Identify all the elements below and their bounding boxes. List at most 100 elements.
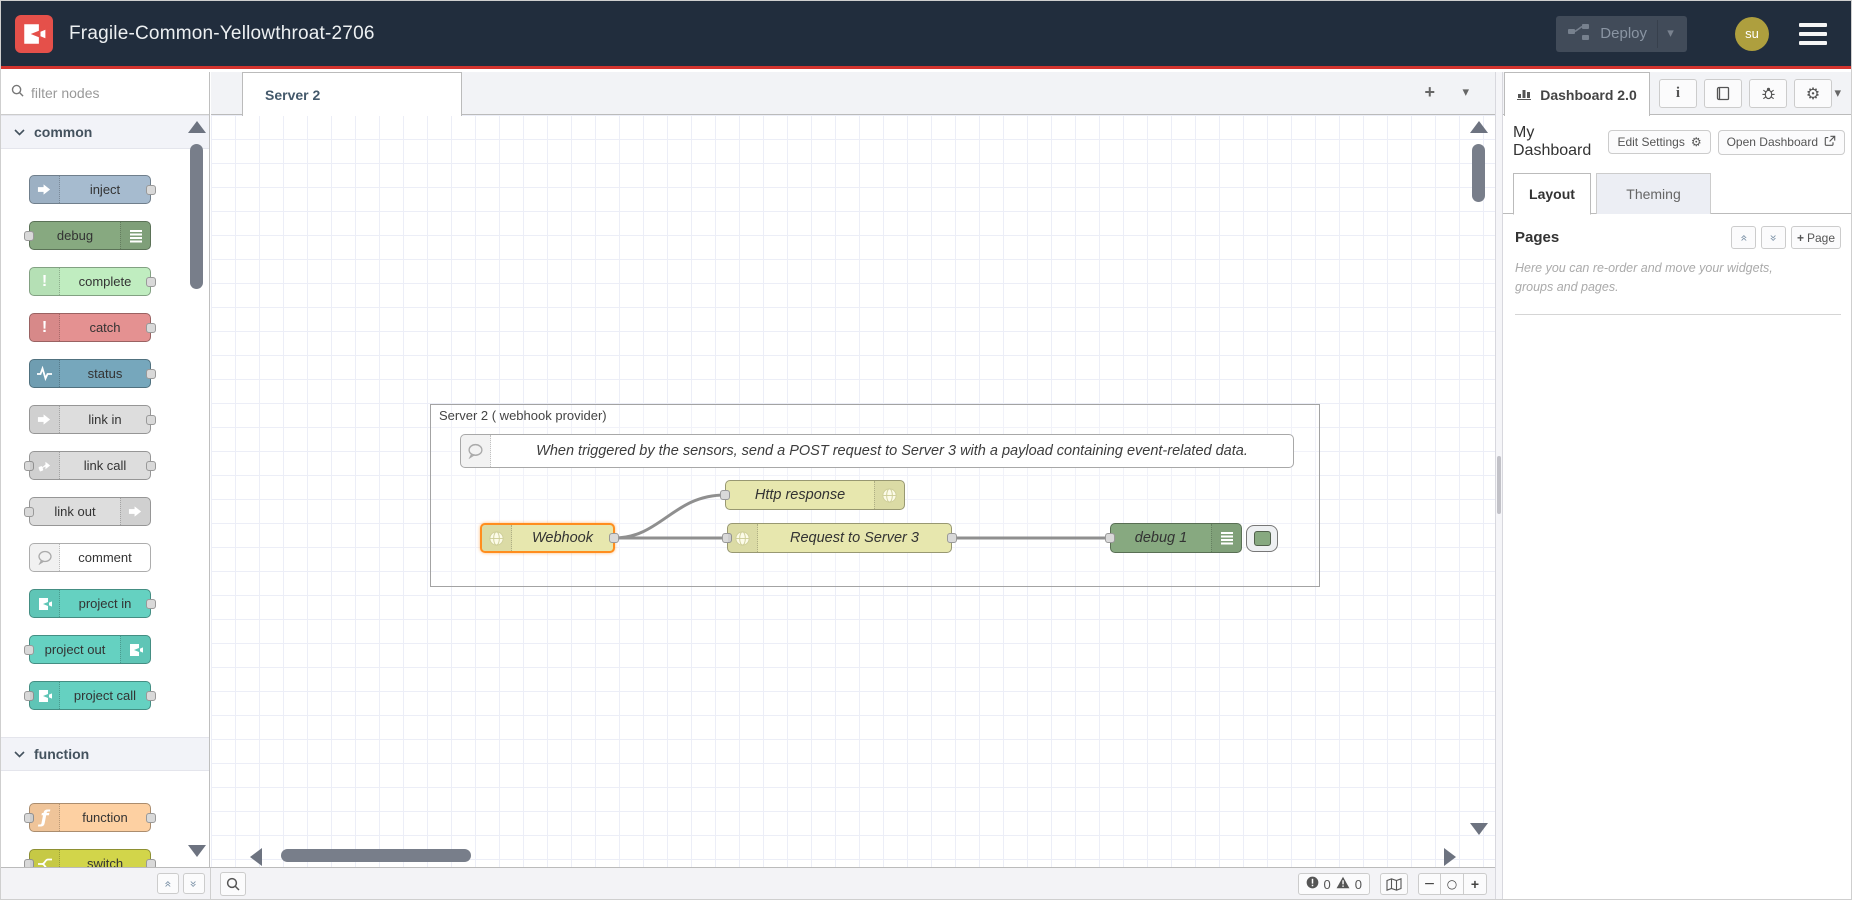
info-tab-button[interactable]: i — [1659, 79, 1697, 108]
gear-icon: ⚙ — [1691, 135, 1702, 149]
node-webhook[interactable]: Webhook — [480, 523, 615, 553]
sidebar-scrollbar[interactable] — [1495, 72, 1503, 899]
output-port[interactable] — [146, 369, 156, 379]
add-tab-button[interactable]: + — [1424, 82, 1435, 103]
palette-filter-bar — [1, 72, 209, 115]
flow-canvas[interactable]: Server 2 ( webhook provider) Http respon… — [211, 115, 1495, 867]
palette-node-switch[interactable]: switch — [29, 849, 151, 867]
debug-bug-button[interactable] — [1749, 79, 1787, 108]
inject-arrow-icon — [30, 176, 60, 203]
node-http-response[interactable]: Http response — [725, 480, 905, 510]
globe-icon — [482, 525, 512, 551]
notification-counts[interactable]: 0 0 — [1298, 873, 1370, 895]
canvas-search-button[interactable] — [220, 872, 246, 896]
external-link-icon — [1824, 135, 1836, 150]
comment-bubble-icon — [30, 544, 60, 571]
tab-server-2[interactable]: Server 2 — [242, 72, 462, 116]
node-debug-1[interactable]: debug 1 — [1110, 523, 1242, 553]
palette-node-project-in[interactable]: project in — [29, 589, 151, 618]
zoom-controls: − ○ + — [1418, 873, 1487, 895]
project-logo-icon — [120, 636, 150, 663]
pages-heading: Pages — [1515, 229, 1559, 246]
canvas-vscrollbar-thumb[interactable] — [1472, 144, 1485, 202]
zoom-reset-button[interactable]: ○ — [1441, 873, 1464, 895]
exclamation-icon: ! — [30, 314, 60, 341]
search-icon — [226, 877, 240, 891]
switch-fork-icon — [30, 850, 60, 867]
output-port[interactable] — [146, 599, 156, 609]
canvas-scroll-up-arrow[interactable] — [1470, 121, 1488, 133]
palette-node-project-out[interactable]: project out — [29, 635, 151, 664]
palette-node-complete[interactable]: ! complete — [29, 267, 151, 296]
palette-node-list-common: inject debug ! complete ! catch status — [1, 149, 209, 737]
output-port[interactable] — [146, 691, 156, 701]
canvas-scroll-down-arrow[interactable] — [1470, 823, 1488, 835]
output-port[interactable] — [146, 461, 156, 471]
node-request-to-server-3[interactable]: Request to Server 3 — [727, 523, 952, 553]
output-port[interactable] — [947, 533, 957, 543]
output-port[interactable] — [146, 185, 156, 195]
palette-node-link-out[interactable]: link out — [29, 497, 151, 526]
palette-node-catch[interactable]: ! catch — [29, 313, 151, 342]
tab-dashboard-2[interactable]: Dashboard 2.0 — [1504, 72, 1650, 116]
palette-node-debug[interactable]: debug — [29, 221, 151, 250]
move-up-button[interactable]: » — [1731, 226, 1756, 249]
open-dashboard-button[interactable]: Open Dashboard — [1718, 130, 1845, 155]
tab-list-caret[interactable]: ▾ — [1462, 85, 1469, 100]
palette-node-comment[interactable]: comment — [29, 543, 151, 572]
palette-scroll-down-arrow[interactable] — [188, 845, 206, 857]
add-page-button[interactable]: +Page — [1791, 226, 1841, 249]
palette-category-label: common — [34, 124, 92, 140]
palette-node-link-in[interactable]: link in — [29, 405, 151, 434]
edit-settings-button[interactable]: Edit Settings ⚙ — [1608, 130, 1710, 154]
palette-node-function[interactable]: ƒ function — [29, 803, 151, 832]
output-port[interactable] — [146, 277, 156, 287]
palette-filter-input[interactable] — [31, 85, 171, 101]
output-port[interactable] — [146, 813, 156, 823]
palette-category-function[interactable]: function — [1, 737, 209, 771]
debug-enable-toggle[interactable] — [1246, 525, 1278, 552]
main-menu-button[interactable] — [1799, 23, 1827, 45]
pages-help-text: Here you can re-order and move your widg… — [1503, 251, 1813, 298]
output-port[interactable] — [146, 415, 156, 425]
warning-count: 0 — [1355, 877, 1362, 892]
sidebar-tabs-caret[interactable]: ▾ — [1834, 86, 1841, 101]
deploy-options-caret[interactable]: ▾ — [1657, 20, 1683, 48]
canvas-hscrollbar-thumb[interactable] — [281, 849, 471, 862]
help-book-button[interactable] — [1704, 79, 1742, 108]
move-down-button[interactable]: » — [1761, 226, 1786, 249]
zoom-in-button[interactable]: + — [1464, 873, 1487, 895]
gear-settings-button[interactable]: ⚙ — [1794, 79, 1832, 108]
palette-node-status[interactable]: status — [29, 359, 151, 388]
output-port[interactable] — [146, 859, 156, 868]
palette-collapse-all-button[interactable]: » — [157, 873, 179, 894]
output-port[interactable] — [609, 533, 619, 543]
node-comment[interactable]: When triggered by the sensors, send a PO… — [460, 434, 1294, 468]
tab-layout[interactable]: Layout — [1513, 173, 1591, 215]
tab-theming[interactable]: Theming — [1596, 173, 1711, 214]
deploy-button[interactable]: Deploy ▾ — [1556, 16, 1687, 52]
deploy-label: Deploy — [1600, 25, 1647, 42]
palette-scroll-up-arrow[interactable] — [188, 121, 206, 133]
node-palette: common inject debug ! complete ! catch — [1, 72, 210, 867]
canvas-scroll-right-arrow[interactable] — [1444, 848, 1456, 866]
palette-node-list-function: ƒ function switch — [1, 771, 209, 867]
sidebar-scrollbar-thumb[interactable] — [1497, 456, 1501, 514]
globe-icon — [874, 481, 904, 509]
zoom-out-button[interactable]: − — [1418, 873, 1441, 895]
output-port[interactable] — [146, 323, 156, 333]
link-arrow-icon — [120, 498, 150, 525]
navigator-map-button[interactable] — [1380, 873, 1408, 895]
debug-list-icon — [1211, 524, 1241, 552]
palette-expand-all-button[interactable]: » — [183, 873, 205, 894]
chevron-down-icon — [14, 129, 25, 136]
palette-node-link-call[interactable]: link call — [29, 451, 151, 480]
canvas-scroll-left-arrow[interactable] — [250, 848, 262, 866]
user-avatar[interactable]: su — [1735, 17, 1769, 51]
palette-scrollbar-thumb[interactable] — [190, 144, 203, 289]
palette-category-common[interactable]: common — [1, 115, 209, 149]
node-red-editor: Fragile-Common-Yellowthroat-2706 Deploy … — [0, 0, 1852, 900]
palette-node-inject[interactable]: inject — [29, 175, 151, 204]
palette-node-project-call[interactable]: project call — [29, 681, 151, 710]
project-logo-icon — [30, 682, 60, 709]
